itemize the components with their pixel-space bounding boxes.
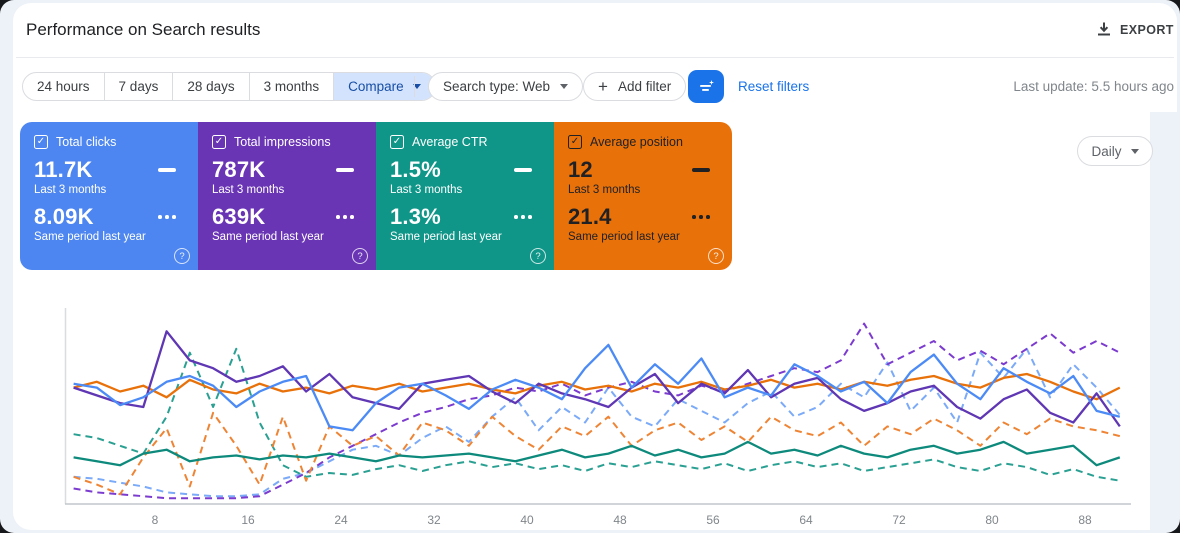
help-icon[interactable]: ? xyxy=(708,248,724,264)
svg-text:16: 16 xyxy=(241,513,255,527)
card-label: Total clicks xyxy=(56,135,117,149)
svg-text:48: 48 xyxy=(613,513,627,527)
dashed-line-indicator-icon xyxy=(336,215,354,219)
help-icon[interactable]: ? xyxy=(174,248,190,264)
solid-line-indicator-icon xyxy=(158,168,176,172)
help-icon[interactable]: ? xyxy=(530,248,546,264)
previous-period-label: Same period last year xyxy=(34,231,146,243)
checkbox-checked-icon[interactable]: ✓ xyxy=(390,135,404,149)
dashed-line-indicator-icon xyxy=(158,215,176,219)
download-icon xyxy=(1097,22,1111,37)
chevron-down-icon xyxy=(1130,148,1139,154)
reset-filters-link[interactable]: Reset filters xyxy=(738,79,809,94)
chevron-down-icon xyxy=(560,84,569,89)
solid-line-indicator-icon xyxy=(692,168,710,172)
header-divider xyxy=(16,57,1174,58)
search-console-performance-page: Performance on Search results EXPORT 24 … xyxy=(0,0,1180,533)
current-period-label: Last 3 months xyxy=(34,184,107,196)
previous-value: 21.4 xyxy=(568,204,612,229)
series-line xyxy=(73,347,1121,498)
svg-text:8: 8 xyxy=(152,513,159,527)
add-filter-label: Add filter xyxy=(617,79,672,94)
previous-value: 639K xyxy=(212,204,266,229)
current-value: 11.7K xyxy=(34,157,93,182)
checkbox-checked-icon[interactable]: ✓ xyxy=(568,135,582,149)
card-label: Average position xyxy=(590,135,683,149)
page-title: Performance on Search results xyxy=(26,20,261,39)
export-button[interactable]: EXPORT xyxy=(1097,22,1174,37)
card-label: Average CTR xyxy=(412,135,488,149)
card-total-impressions[interactable]: ✓ Total impressions 787K Last 3 months 6… xyxy=(198,122,376,270)
current-value: 787K xyxy=(212,157,266,182)
svg-text:24: 24 xyxy=(334,513,348,527)
svg-text:32: 32 xyxy=(427,513,441,527)
card-average-position[interactable]: ✓ Average position 12 Last 3 months 21.4… xyxy=(554,122,732,270)
dashed-line-indicator-icon xyxy=(692,215,710,219)
compare-dropdown[interactable]: Compare xyxy=(333,73,435,100)
series-line xyxy=(73,347,1120,482)
previous-period-label: Same period last year xyxy=(568,231,680,243)
card-total-clicks[interactable]: ✓ Total clicks 11.7K Last 3 months 8.09K… xyxy=(20,122,198,270)
performance-chart: 8 16 24 32 40 48 56 64 72 80 88 xyxy=(0,298,1180,533)
search-type-dropdown[interactable]: Search type: Web xyxy=(428,72,584,101)
last-update-text: Last update: 5.5 hours ago xyxy=(1013,79,1174,94)
search-type-label: Search type: Web xyxy=(443,79,551,94)
checkbox-checked-icon[interactable]: ✓ xyxy=(34,135,48,149)
current-value: 12 xyxy=(568,157,593,182)
previous-value: 1.3% xyxy=(390,204,441,229)
date-range-24-hours[interactable]: 24 hours xyxy=(23,73,104,100)
compare-label: Compare xyxy=(348,79,404,94)
export-label: EXPORT xyxy=(1120,22,1174,37)
date-range-3-months[interactable]: 3 months xyxy=(248,73,334,100)
solid-line-indicator-icon xyxy=(336,168,354,172)
filter-row-divider xyxy=(414,76,415,97)
series-line xyxy=(73,330,1121,428)
checkbox-checked-icon[interactable]: ✓ xyxy=(212,135,226,149)
help-icon[interactable]: ? xyxy=(352,248,368,264)
previous-period-label: Same period last year xyxy=(390,231,502,243)
svg-text:40: 40 xyxy=(520,513,534,527)
series-line xyxy=(73,440,1121,467)
metric-cards-row: ✓ Total clicks 11.7K Last 3 months 8.09K… xyxy=(20,122,732,270)
current-period-label: Last 3 months xyxy=(390,184,463,196)
dashed-line-indicator-icon xyxy=(514,215,532,219)
previous-value: 8.09K xyxy=(34,204,94,229)
x-axis-tick-labels: 8 16 24 32 40 48 56 64 72 80 88 xyxy=(152,513,1092,527)
card-label: Total impressions xyxy=(234,135,331,149)
svg-text:80: 80 xyxy=(985,513,999,527)
current-period-label: Last 3 months xyxy=(212,184,285,196)
svg-text:56: 56 xyxy=(706,513,720,527)
previous-period-label: Same period last year xyxy=(212,231,324,243)
svg-text:88: 88 xyxy=(1078,513,1092,527)
current-value: 1.5% xyxy=(390,157,441,182)
filter-sparkle-icon xyxy=(698,79,715,94)
add-filter-button[interactable]: + Add filter xyxy=(583,72,687,101)
card-average-ctr[interactable]: ✓ Average CTR 1.5% Last 3 months 1.3% Sa… xyxy=(376,122,554,270)
date-range-28-days[interactable]: 28 days xyxy=(172,73,248,100)
screenshot-stage: Performance on Search results EXPORT 24 … xyxy=(0,0,1180,533)
chart-series xyxy=(73,322,1121,500)
current-period-label: Last 3 months xyxy=(568,184,641,196)
date-range-selector: 24 hours 7 days 28 days 3 months Compare xyxy=(22,72,436,101)
svg-text:72: 72 xyxy=(892,513,906,527)
solid-line-indicator-icon xyxy=(514,168,532,172)
date-range-7-days[interactable]: 7 days xyxy=(103,73,173,100)
filter-settings-button[interactable] xyxy=(688,70,724,103)
svg-text:64: 64 xyxy=(799,513,813,527)
plus-icon: + xyxy=(598,77,608,96)
granularity-dropdown[interactable]: Daily xyxy=(1077,136,1153,166)
granularity-label: Daily xyxy=(1091,143,1122,159)
